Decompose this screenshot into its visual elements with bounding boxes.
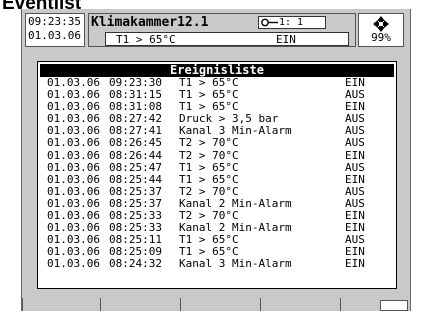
softkey-bar <box>22 298 410 311</box>
screen-icon[interactable] <box>380 300 408 311</box>
channel-value: 1: 1 <box>279 17 304 28</box>
softkey-1[interactable] <box>22 298 100 311</box>
status-bar: T1 > 65°C EIN <box>105 32 349 46</box>
channel-selector[interactable]: 1: 1 <box>258 16 326 29</box>
softkey-4[interactable] <box>260 298 340 311</box>
event-state: AUS <box>345 160 365 174</box>
event-row[interactable]: 01.03.06 08:26:44 T2 > 70°C EIN <box>38 148 396 162</box>
event-state: EIN <box>345 257 365 271</box>
event-row[interactable]: 01.03.06 08:24:32 Kanal 3 Min-Alarm EIN <box>38 258 396 270</box>
key-icon <box>261 18 278 26</box>
event-time: 08:25:44 <box>109 172 162 186</box>
clock-date: 01.03.06 <box>28 29 81 42</box>
device-screen: 09:23:35 01.03.06 Klimakammer12.1 1: 1 T… <box>21 9 411 311</box>
event-time: 08:26:45 <box>109 136 162 150</box>
clock-time: 09:23:35 <box>28 15 81 28</box>
status-state: EIN <box>276 33 296 46</box>
event-list[interactable]: 01.03.06 09:23:30 T1 > 65°C EIN 01.03.06 08:3… <box>38 77 396 271</box>
event-message: T1 > 65°C <box>179 160 239 174</box>
event-message: T1 > 65°C <box>179 172 239 186</box>
softkey-5[interactable] <box>340 298 380 311</box>
event-message: T2 > 70°C <box>179 148 239 162</box>
event-state: AUS <box>345 136 365 150</box>
event-time: 08:24:32 <box>109 257 162 271</box>
event-state: EIN <box>345 172 365 186</box>
navigation-icon <box>373 16 389 32</box>
event-row[interactable]: 01.03.06 08:25:47 T1 > 65°C AUS <box>38 160 396 174</box>
status-condition: T1 > 65°C <box>116 33 176 46</box>
clock-panel: 09:23:35 01.03.06 <box>25 13 85 47</box>
navigation-panel[interactable]: 99% <box>358 13 404 47</box>
event-list-panel: Ereignisliste 01.03.06 09:23:30 T1 > 65°C E… <box>37 61 397 289</box>
event-state: EIN <box>345 148 365 162</box>
softkey-3[interactable] <box>180 298 260 311</box>
event-row[interactable]: 01.03.06 08:26:45 T2 > 70°C AUS <box>38 137 396 149</box>
event-date: 01.03.06 <box>47 148 100 162</box>
event-time: 08:26:44 <box>109 148 162 162</box>
event-message: T2 > 70°C <box>179 136 239 150</box>
event-date: 01.03.06 <box>47 160 100 174</box>
header-center: Klimakammer12.1 1: 1 T1 > 65°C EIN <box>88 13 356 47</box>
event-date: 01.03.06 <box>47 172 100 186</box>
memory-percent: 99% <box>371 31 391 44</box>
event-time: 08:25:47 <box>109 160 162 174</box>
event-date: 01.03.06 <box>47 136 100 150</box>
chamber-name: Klimakammer12.1 <box>91 15 209 30</box>
event-message: Kanal 3 Min-Alarm <box>179 257 292 271</box>
event-date: 01.03.06 <box>47 257 100 271</box>
softkey-2[interactable] <box>100 298 180 311</box>
